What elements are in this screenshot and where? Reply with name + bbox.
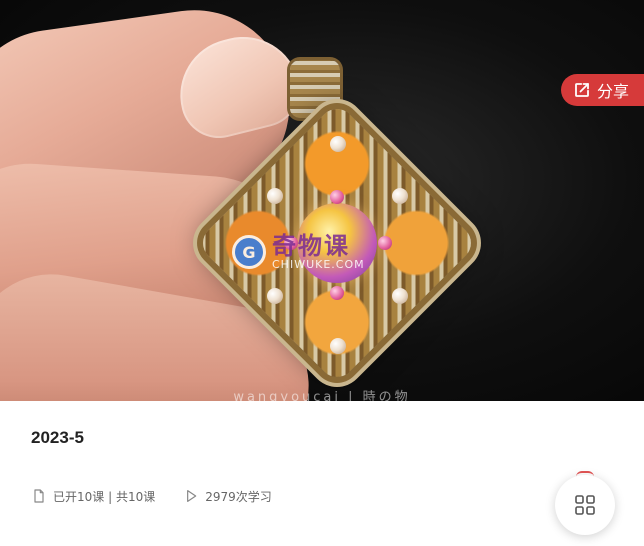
site-watermark: G 奇物课 CHIWUKE.COM	[232, 228, 402, 276]
share-icon	[575, 83, 589, 97]
watermark-cn-text: 奇物课	[272, 231, 350, 260]
view-count-text: 2979次学习	[205, 489, 272, 504]
share-button[interactable]: 分享	[561, 74, 644, 106]
lesson-count-text: 已开10课 | 共10课	[53, 489, 156, 504]
play-icon	[187, 490, 197, 502]
course-meta: 已开10课 | 共10课 2979次学习	[31, 486, 272, 506]
view-count: 2979次学习	[183, 488, 272, 505]
course-cover-image: G 奇物课 CHIWUKE.COM wangyoucai | 時の物	[0, 0, 644, 401]
share-label: 分享	[597, 82, 630, 101]
watermark-en-text: CHIWUKE.COM	[272, 257, 365, 271]
document-icon	[34, 489, 44, 503]
course-title: 2023-5	[31, 428, 84, 447]
image-caption: wangyoucai | 時の物	[233, 390, 411, 401]
watermark-logo-icon: G	[232, 235, 266, 269]
menu-button[interactable]	[555, 475, 615, 535]
grid-menu-icon	[575, 495, 595, 515]
lesson-count: 已开10课 | 共10课	[31, 488, 155, 505]
